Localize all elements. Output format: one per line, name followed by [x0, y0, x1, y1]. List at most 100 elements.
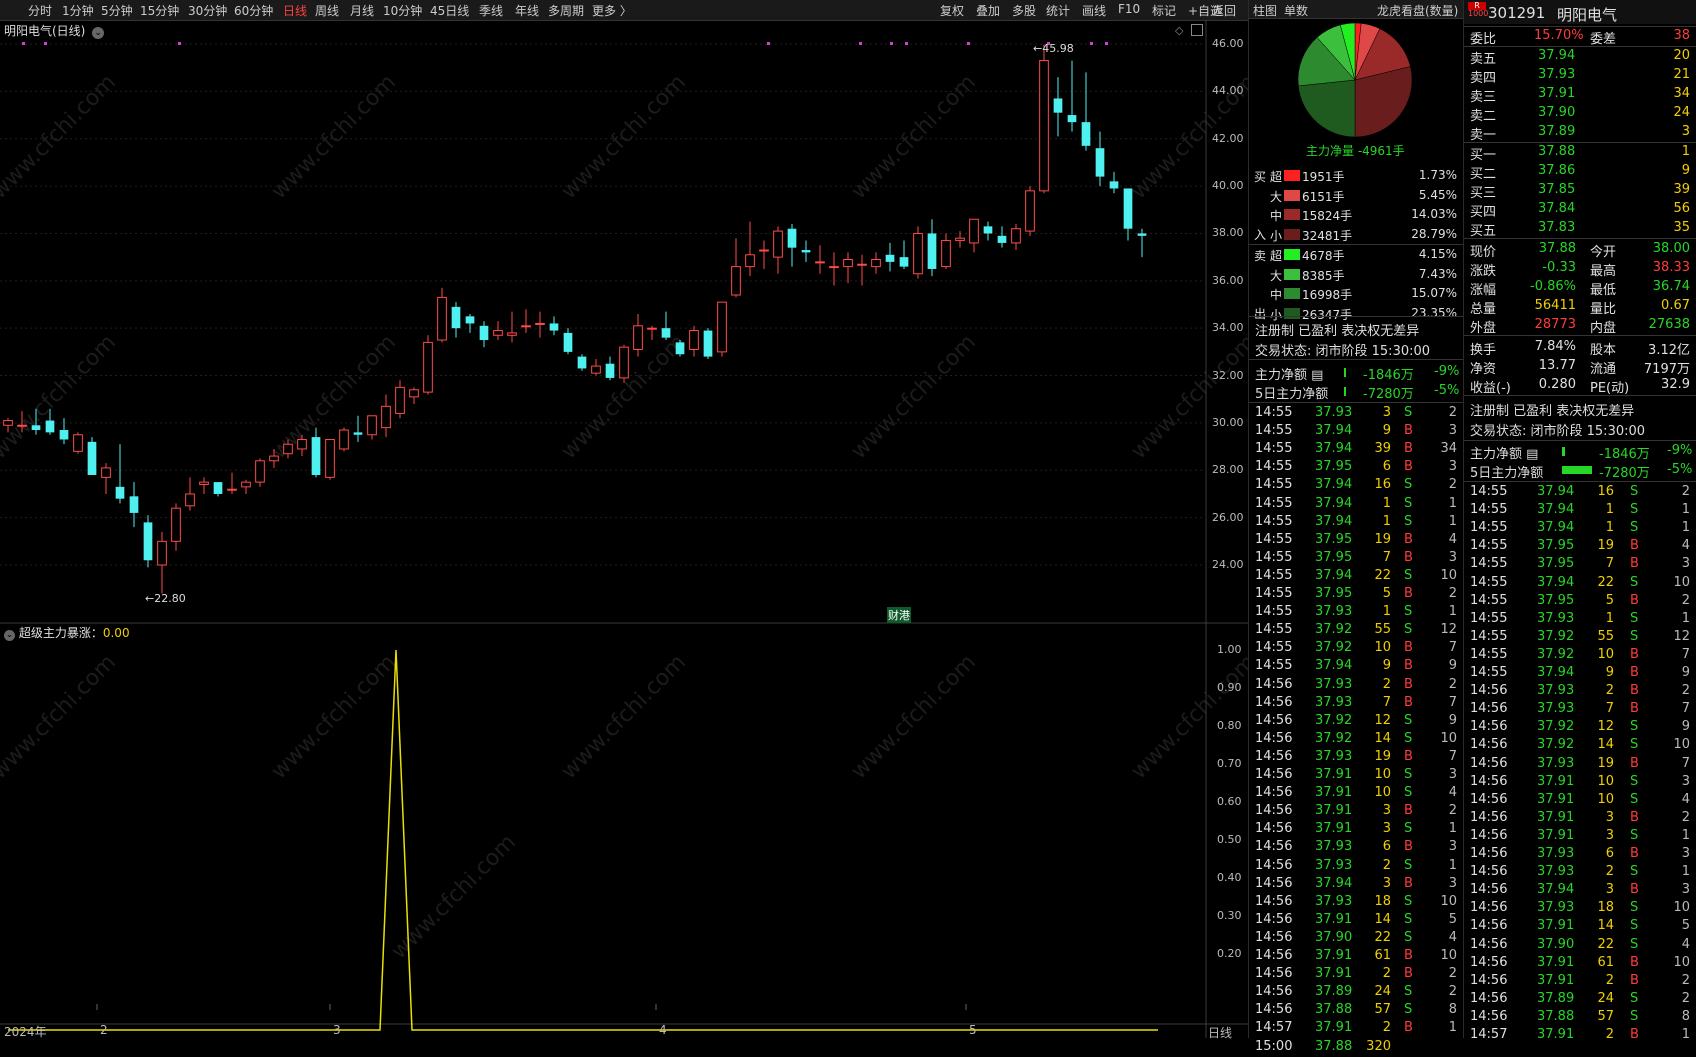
orderbook-row[interactable]: 买四 37.84 56 [1464, 200, 1696, 220]
trade-count: 10 [1440, 730, 1457, 746]
trade-row: 14:56 37.93 19 B 7 [1249, 749, 1463, 767]
orderbook-row[interactable]: 卖二 37.90 24 [1464, 104, 1696, 124]
trade-volume: 10 [1374, 767, 1391, 782]
side-label: 卖 [1254, 249, 1267, 263]
period-9[interactable]: 10分钟 [383, 2, 422, 19]
caigang-tag[interactable]: 财港 [887, 607, 911, 623]
stat-label: 现价 [1470, 245, 1497, 260]
toolbar-action-6[interactable]: 标记 [1152, 2, 1176, 19]
orderbook-row[interactable]: 卖三 37.91 34 [1464, 85, 1696, 105]
trade-price: 37.89 [1537, 990, 1575, 1006]
period-4[interactable]: 30分钟 [188, 2, 227, 19]
trade-count: 10 [1673, 954, 1690, 970]
chevron-down-icon[interactable]: ⌄ [4, 630, 15, 641]
stat-value: 0.280 [1538, 377, 1576, 392]
reg-text: 注册制 已盈利 表决权无差异 [1255, 324, 1420, 339]
trade-row: 14:55 37.94 22 S 10 [1249, 568, 1463, 586]
high-marker-value: 45.98 [1042, 42, 1074, 55]
trade-price: 37.93 [1315, 893, 1353, 909]
toolbar-action-4[interactable]: 画线 [1082, 2, 1106, 19]
trade-time: 14:56 [1470, 791, 1508, 807]
trade-time: 14:56 [1470, 936, 1508, 952]
trade-count: 4 [1448, 531, 1457, 547]
period-7[interactable]: 周线 [315, 2, 339, 19]
trade-volume: 19 [1374, 748, 1391, 764]
trade-side: S [1630, 520, 1639, 536]
order-size: 超 [1270, 249, 1283, 263]
candlestick-chart[interactable]: www.cfchi.com www.cfchi.com www.cfchi.com w… [0, 20, 1248, 1038]
toolbar-action-3[interactable]: 统计 [1046, 2, 1070, 19]
period-12[interactable]: 年线 [515, 2, 539, 19]
trade-price: 37.92 [1537, 628, 1575, 644]
order-pct: 15.07% [1411, 286, 1457, 300]
trade-count: 3 [1681, 773, 1690, 789]
trade-time: 14:56 [1255, 911, 1293, 927]
trade-time: 14:56 [1470, 809, 1508, 825]
tab-dragon-tiger[interactable]: 龙虎看盘(数量) [1377, 2, 1458, 19]
trade-row: 14:56 37.93 7 B 7 [1464, 701, 1696, 719]
stat-label: 量比 [1590, 302, 1617, 317]
candle-body [913, 232, 923, 275]
trade-count: 5 [1681, 918, 1690, 934]
net-flow-5d-label: 5日主力净额 [1470, 466, 1544, 481]
orderbook-row[interactable]: 卖五 37.94 20 [1464, 47, 1696, 67]
trade-count: 1 [1681, 502, 1690, 518]
trade-time: 14:55 [1255, 441, 1293, 457]
candle-body [1123, 188, 1133, 229]
trade-row: 14:56 37.93 19 B 7 [1464, 756, 1696, 774]
toolbar-action-0[interactable]: 复权 [940, 2, 964, 19]
date-tick: 2 [100, 1023, 108, 1037]
orderbook-row[interactable]: 买五 37.83 35 [1464, 219, 1696, 239]
period-10[interactable]: 45日线 [430, 2, 469, 19]
trade-volume: 22 [1597, 574, 1614, 590]
stat-value: 56411 [1534, 298, 1576, 313]
trade-row: 14:55 37.95 5 B 2 [1249, 586, 1463, 604]
toolbar-action-1[interactable]: 叠加 [976, 2, 1000, 19]
trade-row: 14:56 37.89 24 S 2 [1249, 984, 1463, 1002]
period-14[interactable]: 更多 〉 [592, 2, 632, 19]
toolbar-action-2[interactable]: 多股 [1012, 2, 1036, 19]
level-price: 37.93 [1538, 67, 1576, 83]
trade-time: 14:56 [1255, 875, 1293, 891]
period-13[interactable]: 多周期 [548, 2, 584, 19]
toolbar-action-5[interactable]: F10 [1118, 2, 1140, 16]
level-volume: 21 [1673, 67, 1690, 83]
trade-volume: 22 [1374, 929, 1391, 945]
period-2[interactable]: 5分钟 [101, 2, 133, 19]
trade-volume: 10 [1597, 646, 1614, 662]
trade-time: 14:56 [1255, 803, 1293, 819]
trade-row: 14:55 37.95 19 B 4 [1464, 538, 1696, 556]
stat-label: 净资 [1470, 362, 1497, 377]
net-flow-pct: -9% [1434, 364, 1460, 379]
trade-price: 37.93 [1537, 610, 1575, 626]
price-tick: 34.00 [1212, 321, 1244, 335]
trade-side: B [1404, 694, 1413, 710]
tab-order-count[interactable]: 单数 [1284, 2, 1308, 19]
period-0[interactable]: 分时 [28, 2, 52, 19]
orderbook-row[interactable]: 卖一 37.89 3 [1464, 123, 1696, 144]
orderbook-row[interactable]: 卖四 37.93 21 [1464, 66, 1696, 86]
orderbook-row[interactable]: 买三 37.85 39 [1464, 181, 1696, 201]
trade-time: 14:56 [1470, 864, 1508, 880]
trade-price: 37.92 [1537, 646, 1575, 662]
period-5[interactable]: 60分钟 [234, 2, 273, 19]
candle-body [815, 261, 825, 264]
trade-side: S [1630, 610, 1639, 626]
price-tick: 26.00 [1212, 510, 1244, 524]
period-8[interactable]: 月线 [350, 2, 374, 19]
orderbook-row[interactable]: 买二 37.86 9 [1464, 162, 1696, 182]
orderbook-row[interactable]: 买一 37.88 1 [1464, 143, 1696, 163]
toolbar-action-8[interactable]: 返回 [1212, 2, 1236, 19]
trade-count: 9 [1681, 665, 1690, 680]
trade-side: S [1630, 864, 1639, 880]
period-11[interactable]: 季线 [479, 2, 503, 19]
level-price: 37.83 [1538, 219, 1576, 235]
period-3[interactable]: 15分钟 [140, 2, 179, 19]
trade-time: 14:55 [1470, 592, 1508, 608]
period-6[interactable]: 日线 [283, 2, 307, 19]
tab-bar-chart[interactable]: 柱图 [1253, 2, 1277, 19]
trade-time: 14:56 [1470, 827, 1508, 843]
period-1[interactable]: 1分钟 [62, 2, 94, 19]
level-label: 买三 [1470, 185, 1497, 201]
fund-flow-row: 大 6151手 5.45% [1249, 186, 1463, 204]
